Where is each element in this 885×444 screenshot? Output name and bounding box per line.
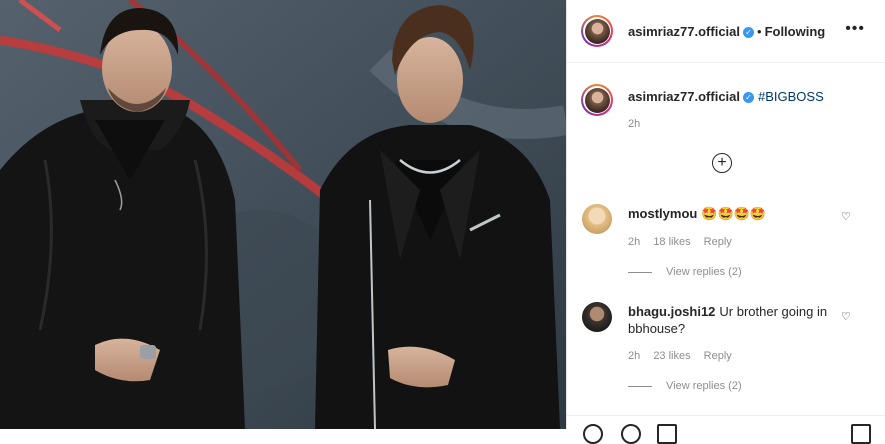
separator-dot: • bbox=[757, 24, 762, 39]
heart-icon[interactable]: ♡ bbox=[841, 210, 851, 223]
comment-likes[interactable]: 18 likes bbox=[653, 236, 690, 248]
reply-button[interactable]: Reply bbox=[704, 350, 732, 362]
verified-badge-icon: ✓ bbox=[743, 27, 754, 38]
comment-2: bhagu.joshi12 Ur brother going in bbhouse… bbox=[628, 303, 838, 337]
comment-time[interactable]: 2h bbox=[628, 236, 640, 248]
caption-hashtag[interactable]: #BIGBOSS bbox=[758, 89, 824, 104]
action-bar bbox=[567, 415, 885, 444]
caption: asimriaz77.official ✓ #BIGBOSS bbox=[628, 88, 824, 106]
view-replies-label: View replies (2) bbox=[666, 266, 742, 278]
view-replies-label: View replies (2) bbox=[666, 380, 742, 392]
view-replies-button[interactable]: View replies (2) bbox=[628, 266, 742, 278]
replies-line bbox=[628, 271, 652, 273]
comment-text: 🤩🤩🤩🤩 bbox=[701, 206, 767, 221]
comment-username[interactable]: mostlymou bbox=[628, 206, 697, 221]
comment-1: mostlymou 🤩🤩🤩🤩 bbox=[628, 205, 838, 222]
comment-icon[interactable] bbox=[621, 424, 641, 444]
comment-likes[interactable]: 23 likes bbox=[653, 350, 690, 362]
caption-username[interactable]: asimriaz77.official bbox=[628, 89, 740, 104]
following-button[interactable]: Following bbox=[765, 24, 826, 39]
owner-username[interactable]: asimriaz77.official bbox=[628, 24, 740, 39]
view-replies-button[interactable]: View replies (2) bbox=[628, 380, 742, 392]
like-heart-icon[interactable] bbox=[583, 424, 603, 444]
caption-verified-badge-icon: ✓ bbox=[743, 92, 754, 103]
post-image[interactable] bbox=[0, 0, 566, 429]
caption-avatar[interactable] bbox=[581, 84, 613, 116]
post-header: asimriaz77.official ✓ • Following ••• bbox=[567, 0, 885, 63]
caption-time[interactable]: 2h bbox=[628, 118, 640, 130]
bookmark-icon[interactable] bbox=[851, 424, 871, 444]
replies-line bbox=[628, 385, 652, 387]
comment-time[interactable]: 2h bbox=[628, 350, 640, 362]
comment-meta: 2h 23 likes Reply bbox=[628, 350, 732, 362]
comment-username[interactable]: bhagu.joshi12 bbox=[628, 304, 715, 319]
share-icon[interactable] bbox=[657, 424, 677, 444]
more-options-icon[interactable]: ••• bbox=[845, 21, 865, 37]
owner-avatar[interactable] bbox=[581, 15, 613, 47]
comment-avatar[interactable] bbox=[582, 204, 612, 234]
comment-meta: 2h 18 likes Reply bbox=[628, 236, 732, 248]
comments-panel: asimriaz77.official ✓ • Following ••• asimr… bbox=[567, 0, 885, 444]
reply-button[interactable]: Reply bbox=[704, 236, 732, 248]
comment-avatar[interactable] bbox=[582, 302, 612, 332]
heart-icon[interactable]: ♡ bbox=[841, 310, 851, 323]
header-user-line: asimriaz77.official ✓ • Following bbox=[628, 23, 825, 41]
post-photo-illustration bbox=[0, 0, 566, 429]
plus-circle-icon[interactable]: + bbox=[712, 153, 732, 173]
